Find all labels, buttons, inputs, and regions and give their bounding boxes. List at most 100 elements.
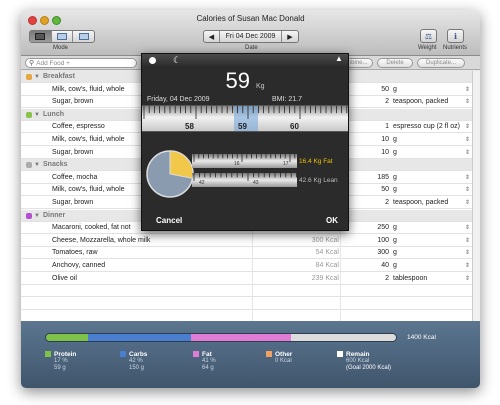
food-unit[interactable]: tablespoon — [393, 273, 427, 285]
food-quantity[interactable]: 250 — [357, 222, 389, 234]
food-quantity[interactable]: 1 — [357, 121, 389, 133]
food-name: Cheese, Mozzarella, whole milk — [52, 236, 151, 244]
add-food-search[interactable]: ⚲ Add Food + — [25, 58, 137, 68]
unit-popup-icon[interactable]: ⇕ — [465, 247, 470, 259]
food-quantity[interactable]: 2 — [357, 96, 389, 108]
weight-ruler-ticks — [143, 106, 348, 119]
legend-remain-value: 600 Kcal — [346, 358, 370, 364]
food-name: Macaroni, cooked, fat not — [52, 224, 131, 232]
weight-ruler[interactable]: 58 59 60 — [142, 105, 348, 132]
table-scrollbar[interactable] — [472, 71, 480, 321]
unit-popup-icon[interactable]: ⇕ — [465, 96, 470, 108]
unit-popup-icon[interactable]: ⇕ — [465, 147, 470, 159]
weight-panel-header: ☾ ▲ — [142, 54, 348, 66]
legend-other-label: Other — [275, 351, 293, 358]
date-field[interactable]: Fri 04 Dec 2009 — [220, 31, 282, 42]
sun-icon[interactable] — [149, 57, 156, 64]
unit-popup-icon[interactable]: ⇕ — [465, 172, 470, 184]
mode-label: Mode — [53, 45, 69, 51]
mode-day-button[interactable] — [52, 31, 74, 42]
protein-segment — [46, 334, 88, 341]
collapse-arrow-icon[interactable]: ▲ — [335, 54, 343, 63]
legend-carbs-label: Carbs — [129, 351, 148, 358]
mode-segmented-control[interactable] — [29, 30, 95, 43]
food-unit[interactable]: g — [393, 222, 397, 234]
food-quantity[interactable]: 10 — [357, 147, 389, 159]
food-name: Coffee, espresso — [52, 123, 105, 131]
legend-protein: Protein 17 % 59 g — [45, 351, 77, 372]
legend-fat-label: Fat — [202, 351, 212, 358]
disclosure-triangle-icon[interactable]: ▼ — [34, 210, 40, 222]
food-row[interactable]: Tomatoes, raw 54 Kcal 300 g ⇕ — [21, 247, 472, 260]
disclosure-triangle-icon[interactable]: ▼ — [34, 159, 40, 171]
food-unit[interactable]: g — [393, 172, 397, 184]
delete-button[interactable]: Delete — [377, 58, 413, 68]
food-quantity[interactable]: 2 — [357, 197, 389, 209]
legend-other-value: 0 Kcal — [275, 358, 292, 364]
unit-popup-icon[interactable]: ⇕ — [465, 197, 470, 209]
unit-popup-icon[interactable]: ⇕ — [465, 273, 470, 285]
unit-popup-icon[interactable]: ⇕ — [465, 222, 470, 234]
food-unit[interactable]: g — [393, 235, 397, 247]
legend-remain: Remain 600 Kcal (Goal 2000 Kcal) — [337, 351, 391, 372]
ok-button[interactable]: OK — [326, 216, 338, 225]
fat-segment — [190, 334, 291, 341]
food-row[interactable]: Olive oil 239 Kcal 2 tablespoon ⇕ — [21, 273, 472, 285]
unit-popup-icon[interactable]: ⇕ — [465, 121, 470, 133]
remain-swatch — [337, 351, 343, 357]
unit-popup-icon[interactable]: ⇕ — [465, 184, 470, 196]
duplicate-button[interactable]: Duplicate... — [417, 58, 465, 68]
unit-popup-icon[interactable]: ⇕ — [465, 84, 470, 96]
weight-button[interactable]: ⚖ — [420, 29, 437, 43]
food-quantity[interactable]: 185 — [357, 172, 389, 184]
food-kcal: 54 Kcal — [315, 249, 339, 257]
fat-ruler[interactable]: 16 17 — [192, 154, 297, 168]
food-unit[interactable]: g — [393, 260, 397, 272]
food-unit[interactable]: g — [393, 184, 397, 196]
food-kcal: 300 Kcal — [311, 236, 339, 244]
food-row[interactable]: Anchovy, canned 84 Kcal 40 g ⇕ — [21, 260, 472, 272]
food-quantity[interactable]: 2 — [357, 273, 389, 285]
food-name: Sugar, brown — [52, 98, 94, 106]
lean-mass: 42.6 Kg Lean — [299, 177, 338, 184]
moon-icon[interactable]: ☾ — [173, 55, 181, 66]
mode-list-button[interactable] — [30, 31, 52, 42]
food-unit[interactable]: teaspoon, packed — [393, 96, 448, 108]
date-navigator[interactable]: ◀ Fri 04 Dec 2009 ▶ — [203, 30, 299, 43]
food-name: Tomatoes, raw — [52, 249, 98, 257]
food-quantity[interactable]: 100 — [357, 235, 389, 247]
food-quantity[interactable]: 300 — [357, 247, 389, 259]
food-quantity[interactable]: 50 — [357, 184, 389, 196]
carbs-segment — [87, 334, 191, 341]
food-quantity[interactable]: 50 — [357, 84, 389, 96]
fat-ruler-ticks — [193, 154, 296, 162]
lean-ruler-label: 42 — [199, 180, 205, 186]
legend-carbs-grams: 150 g — [129, 365, 145, 371]
lean-ruler[interactable]: 42 43 — [192, 173, 297, 187]
mode-week-button[interactable] — [73, 31, 94, 42]
food-unit[interactable]: teaspoon, packed — [393, 197, 448, 209]
unit-popup-icon[interactable]: ⇕ — [465, 235, 470, 247]
food-quantity[interactable]: 10 — [357, 134, 389, 146]
meal-name: Dinner — [43, 211, 66, 219]
unit-popup-icon[interactable]: ⇕ — [465, 260, 470, 272]
fat-lean-pie — [146, 150, 194, 198]
nutrients-button[interactable]: ℹ — [447, 29, 464, 43]
food-quantity[interactable]: 40 — [357, 260, 389, 272]
weight-value: 59 Kg — [142, 68, 348, 94]
food-row[interactable]: Cheese, Mozzarella, whole milk 300 Kcal 10… — [21, 235, 472, 247]
food-unit[interactable]: g — [393, 247, 397, 259]
food-unit[interactable]: g — [393, 147, 397, 159]
unit-popup-icon[interactable]: ⇕ — [465, 134, 470, 146]
next-day-button[interactable]: ▶ — [282, 31, 298, 42]
disclosure-triangle-icon[interactable]: ▼ — [34, 71, 40, 83]
cancel-button[interactable]: Cancel — [156, 216, 182, 225]
prev-day-button[interactable]: ◀ — [204, 31, 220, 42]
food-unit[interactable]: g — [393, 134, 397, 146]
legend-protein-label: Protein — [54, 351, 77, 358]
empty-row — [21, 285, 472, 298]
food-unit[interactable]: espresso cup (2 fl oz) — [393, 121, 460, 133]
disclosure-triangle-icon[interactable]: ▼ — [34, 109, 40, 121]
food-unit[interactable]: g — [393, 84, 397, 96]
nutrients-label: Nutrients — [443, 45, 468, 51]
